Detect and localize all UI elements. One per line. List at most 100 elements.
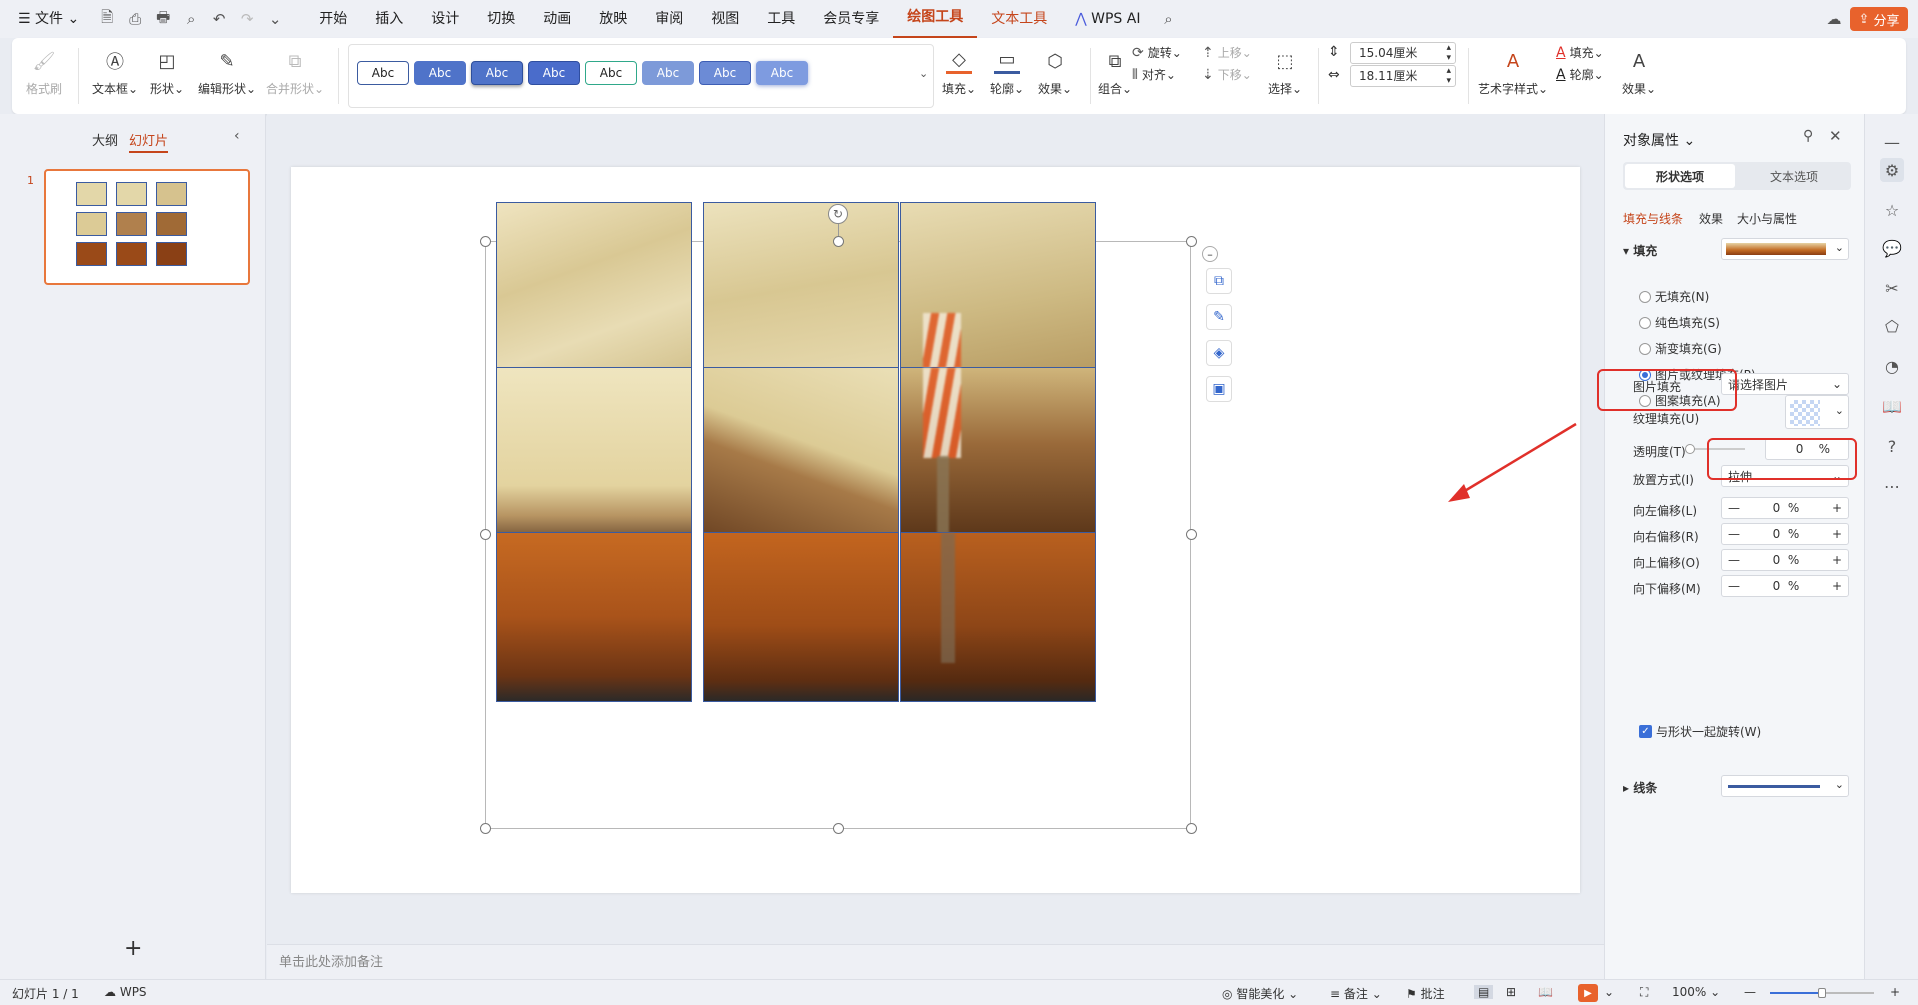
shape-style-swatch-5[interactable]: Abc bbox=[585, 61, 637, 85]
grid-view-icon[interactable]: ⊞ bbox=[1506, 985, 1516, 999]
save-icon[interactable]: 🗎 bbox=[97, 8, 117, 29]
slide-thumbnail[interactable] bbox=[44, 169, 250, 285]
float-fill-icon[interactable]: ◈ bbox=[1206, 340, 1232, 366]
zoom-out-icon[interactable]: — bbox=[1744, 985, 1756, 999]
subtab-size[interactable]: 大小与属性 bbox=[1737, 210, 1797, 227]
chart-icon[interactable]: ◔ bbox=[1880, 354, 1904, 378]
resize-handle-tr[interactable] bbox=[1186, 236, 1197, 247]
zoom-slider[interactable] bbox=[1770, 988, 1874, 998]
menu-tab-9[interactable]: 会员专享 bbox=[809, 0, 893, 38]
resize-handle-ml[interactable] bbox=[480, 529, 491, 540]
picture-fill-dropdown[interactable]: 请选择图片 ⌄ bbox=[1721, 373, 1849, 395]
shape-button[interactable]: ◰ 形状⌄ bbox=[150, 48, 184, 97]
shape-style-swatch-7[interactable]: Abc bbox=[699, 61, 751, 85]
reading-view-icon[interactable]: 📖 bbox=[1538, 985, 1553, 999]
float-outline-icon[interactable]: ▣ bbox=[1206, 376, 1232, 402]
picture-tile-6[interactable] bbox=[900, 367, 1096, 538]
properties-icon[interactable]: ⚙ bbox=[1880, 158, 1904, 182]
fill-section-header[interactable]: ▾ 填充 bbox=[1623, 242, 1657, 259]
add-slide-button[interactable]: + bbox=[124, 936, 142, 961]
redo-icon[interactable]: ↷ bbox=[237, 9, 257, 29]
menu-tab-4[interactable]: 动画 bbox=[529, 0, 585, 38]
shape-style-swatch-6[interactable]: Abc bbox=[642, 61, 694, 85]
fill-option-1[interactable]: 无填充(N) bbox=[1639, 288, 1709, 305]
picture-tile-2[interactable] bbox=[703, 202, 899, 372]
print-preview-icon[interactable]: ⎙ bbox=[125, 9, 145, 29]
tab-shape-options[interactable]: 形状选项 bbox=[1625, 164, 1735, 188]
normal-view-icon[interactable]: ▤ bbox=[1474, 985, 1494, 999]
menu-tab-5[interactable]: 放映 bbox=[585, 0, 641, 38]
wps-ai-tab[interactable]: ⋀ WPS AI bbox=[1061, 0, 1154, 38]
collapse-tools-icon[interactable]: – bbox=[1202, 246, 1218, 262]
picture-tile-4[interactable] bbox=[496, 367, 692, 537]
search-icon[interactable]: ⌕ bbox=[1158, 9, 1178, 29]
menu-tab-10[interactable]: 绘图工具 bbox=[893, 0, 978, 38]
resize-handle-bl[interactable] bbox=[480, 823, 491, 834]
wps-account[interactable]: ☁ WPS bbox=[104, 985, 147, 999]
move-down-button[interactable]: ⇣ 下移 ⌄ bbox=[1202, 66, 1252, 83]
shape-style-swatch-2[interactable]: Abc bbox=[414, 61, 466, 85]
group-button[interactable]: ⧉ 组合⌄ bbox=[1098, 48, 1132, 97]
offset-stepper[interactable]: — 0 % + bbox=[1721, 497, 1849, 519]
help-icon[interactable]: ? bbox=[1880, 434, 1904, 458]
menu-tab-8[interactable]: 工具 bbox=[753, 0, 809, 38]
offset-stepper[interactable]: — 0 % + bbox=[1721, 523, 1849, 545]
width-input[interactable]: 18.11厘米 ▴ ▾ bbox=[1350, 65, 1456, 87]
pin-icon[interactable]: ⚲ bbox=[1803, 128, 1813, 144]
decrement-icon[interactable]: — bbox=[1728, 553, 1740, 567]
decrement-icon[interactable]: — bbox=[1728, 579, 1740, 593]
share-button[interactable]: ⇪ 分享 bbox=[1850, 7, 1908, 31]
shape-style-swatch-3[interactable]: Abc bbox=[471, 61, 523, 85]
menu-tab-0[interactable]: 开始 bbox=[305, 0, 361, 38]
resize-handle-tm[interactable] bbox=[833, 236, 844, 247]
menu-tab-11[interactable]: 文本工具 bbox=[977, 0, 1061, 38]
play-slideshow-icon[interactable]: ▶ bbox=[1578, 984, 1598, 1002]
effect-button[interactable]: ⬡ 效果⌄ bbox=[1038, 48, 1072, 97]
tools-icon[interactable]: ✂ bbox=[1880, 276, 1904, 300]
file-menu[interactable]: ☰ 文件 ⌄ bbox=[0, 0, 93, 38]
shape-style-swatch-8[interactable]: Abc bbox=[756, 61, 808, 85]
resize-handle-bm[interactable] bbox=[833, 823, 844, 834]
smart-beautify-button[interactable]: ◎ 智能美化 ⌄ bbox=[1222, 985, 1298, 1002]
outline-button[interactable]: ▭ 轮廓⌄ bbox=[990, 48, 1024, 97]
tab-text-options[interactable]: 文本选项 bbox=[1739, 164, 1849, 188]
notes-field[interactable]: 单击此处添加备注 bbox=[267, 944, 1604, 979]
fill-option-2[interactable]: 纯色填充(S) bbox=[1639, 314, 1720, 331]
increment-icon[interactable]: + bbox=[1832, 553, 1842, 567]
undo-icon[interactable]: ↶ bbox=[209, 9, 229, 29]
transparency-slider-thumb[interactable] bbox=[1685, 444, 1695, 454]
minimize-sidebar-icon[interactable]: — bbox=[1880, 130, 1904, 154]
menu-tab-7[interactable]: 视图 bbox=[697, 0, 753, 38]
picture-tile-1[interactable] bbox=[496, 202, 692, 372]
picture-tile-3[interactable] bbox=[900, 202, 1096, 373]
menu-tab-3[interactable]: 切换 bbox=[473, 0, 529, 38]
offset-stepper[interactable]: — 0 % + bbox=[1721, 575, 1849, 597]
notes-toggle[interactable]: ≡ 备注 ⌄ bbox=[1330, 985, 1382, 1002]
shape-style-swatch-1[interactable]: Abc bbox=[357, 61, 409, 85]
picture-tile-8[interactable] bbox=[703, 532, 899, 702]
line-style-dropdown[interactable]: ⌄ bbox=[1721, 775, 1849, 797]
menu-tab-2[interactable]: 设计 bbox=[417, 0, 473, 38]
offset-stepper[interactable]: — 0 % + bbox=[1721, 549, 1849, 571]
zoom-slider-thumb[interactable] bbox=[1818, 988, 1826, 998]
text-outline-button[interactable]: A 轮廓 ⌄ bbox=[1556, 66, 1604, 83]
textbox-button[interactable]: Ⓐ 文本框⌄ bbox=[92, 48, 138, 97]
texture-fill-dropdown[interactable]: ⌄ bbox=[1785, 395, 1849, 429]
menu-tab-1[interactable]: 插入 bbox=[361, 0, 417, 38]
align-button[interactable]: ⫴ 对齐 ⌄ bbox=[1132, 66, 1176, 83]
shapes-icon[interactable]: ⬠ bbox=[1880, 314, 1904, 338]
subtab-fill-line[interactable]: 填充与线条 bbox=[1623, 210, 1683, 227]
select-button[interactable]: ⬚ 选择⌄ bbox=[1268, 48, 1302, 97]
text-fill-button[interactable]: A 填充 ⌄ bbox=[1556, 44, 1604, 61]
merge-shape-button[interactable]: ⧉ 合并形状⌄ bbox=[266, 48, 324, 97]
resize-handle-br[interactable] bbox=[1186, 823, 1197, 834]
picture-tile-5[interactable] bbox=[703, 367, 899, 537]
text-effect-button[interactable]: A 效果⌄ bbox=[1622, 48, 1656, 97]
float-pen-icon[interactable]: ✎ bbox=[1206, 304, 1232, 330]
increment-icon[interactable]: + bbox=[1832, 527, 1842, 541]
collapse-panel-icon[interactable]: ‹ bbox=[234, 128, 240, 144]
cloud-icon[interactable]: ☁ bbox=[1824, 9, 1844, 29]
more-chevron-icon[interactable]: ⌄ bbox=[265, 9, 285, 29]
height-input[interactable]: 15.04厘米 ▴ ▾ bbox=[1350, 42, 1456, 64]
slide-canvas[interactable]: ↻ – bbox=[291, 167, 1580, 893]
